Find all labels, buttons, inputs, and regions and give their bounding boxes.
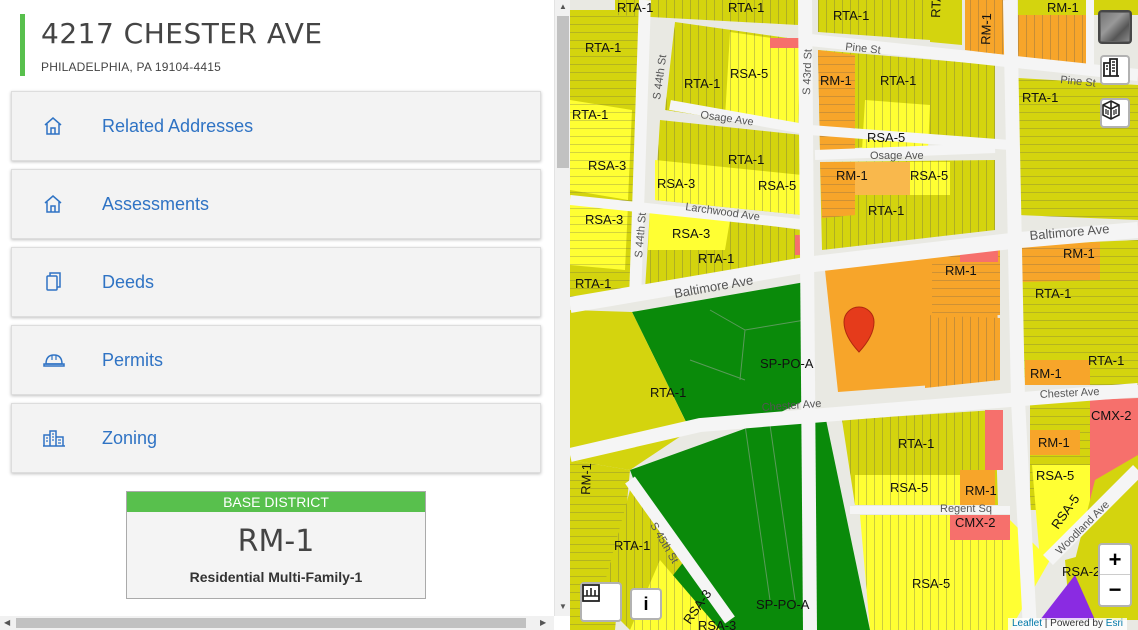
- vertical-scrollbar[interactable]: ▲ ▼: [554, 0, 570, 616]
- property-panel: 4217 CHESTER AVE PHILADELPHIA, PA 19104-…: [0, 0, 554, 630]
- zone-label: RM-1: [820, 73, 852, 88]
- app: 4217 CHESTER AVE PHILADELPHIA, PA 19104-…: [0, 0, 1138, 630]
- accordion-deeds[interactable]: Deeds: [11, 247, 541, 317]
- 3d-buildings-button[interactable]: [1100, 98, 1130, 128]
- zone-label: RTA-1: [1088, 353, 1124, 368]
- zone-label: RSA-5: [890, 480, 928, 495]
- zone-label: RSA-5: [1036, 468, 1074, 483]
- zone-label: RTA-1: [698, 251, 734, 266]
- zone-label: RSA-3: [657, 176, 695, 191]
- zone-label: RSA-3: [588, 158, 626, 173]
- property-address: 4217 CHESTER AVE: [41, 17, 323, 50]
- esri-link[interactable]: Esri: [1106, 618, 1123, 629]
- info-icon: i: [643, 593, 649, 614]
- horizontal-scroll-thumb[interactable]: [16, 618, 526, 628]
- scroll-down-arrow-icon[interactable]: ▼: [559, 602, 567, 611]
- zone-label: RTA-1: [1022, 90, 1058, 105]
- zone-label: RM-1: [1063, 246, 1095, 261]
- zone-label: RM-1: [578, 463, 594, 495]
- vertical-scroll-thumb[interactable]: [557, 16, 569, 168]
- zone-label: RTA-1: [585, 40, 621, 55]
- accordion-label: Related Addresses: [102, 115, 254, 136]
- property-header: 4217 CHESTER AVE PHILADELPHIA, PA 19104-…: [20, 14, 323, 76]
- accordion-label: Assessments: [102, 193, 210, 214]
- zoning-base-district-box: BASE DISTRICT RM-1 Residential Multi-Fam…: [126, 491, 426, 599]
- zone-label: RTA-1: [1035, 286, 1071, 301]
- scroll-up-arrow-icon[interactable]: ▲: [559, 2, 567, 11]
- zone-label: CMX-2: [1091, 408, 1131, 423]
- zone-label: RM-1: [1038, 435, 1070, 450]
- zone-label: RM-1: [1047, 0, 1079, 15]
- street-label: S 43rd St: [801, 49, 815, 95]
- scroll-right-arrow-icon[interactable]: ▶: [540, 618, 546, 627]
- zone-label: RTA-1: [898, 436, 934, 451]
- zone-label: RSA-3: [698, 618, 736, 630]
- zone-label: RTA-1: [650, 385, 686, 400]
- zone-label: RTA-1: [880, 73, 916, 88]
- zoning-description: Residential Multi-Family-1: [189, 569, 363, 585]
- zone-label: SP-PO-A: [756, 597, 810, 612]
- zoning-header: BASE DISTRICT: [127, 492, 425, 512]
- leaflet-link[interactable]: Leaflet: [1012, 618, 1042, 629]
- accordion-zoning[interactable]: Zoning: [11, 403, 541, 473]
- zone-label: RTA-1: [617, 0, 653, 15]
- zone-label: RTA-1: [928, 0, 944, 18]
- zone-label: RM-1: [836, 168, 868, 183]
- accordion-assessments[interactable]: Assessments: [11, 169, 541, 239]
- zone-label: RSA-5: [758, 178, 796, 193]
- zone-label: SP-PO-A: [760, 356, 814, 371]
- buildings-layer-button[interactable]: [1100, 55, 1130, 85]
- attribution-separator: | Powered by: [1042, 618, 1106, 629]
- buildings-icon: [42, 427, 82, 449]
- zone-label: RSA-5: [910, 168, 948, 183]
- zone-label: RM-1: [945, 263, 977, 278]
- zone-label: RTA-1: [684, 76, 720, 91]
- accordion-label: Deeds: [102, 271, 155, 292]
- zone-label: CMX-2: [955, 515, 995, 530]
- zone-label: RM-1: [1030, 366, 1062, 381]
- accordion-label: Permits: [102, 349, 164, 370]
- zone-label: RSA-3: [672, 226, 710, 241]
- scroll-left-arrow-icon[interactable]: ◀: [4, 618, 10, 627]
- zoning-map[interactable]: Pine St Pine St Osage Ave Osage Ave Larc…: [570, 0, 1138, 630]
- basemap-imagery-button[interactable]: [1098, 10, 1132, 44]
- zoom-control: + −: [1098, 543, 1132, 607]
- zone-label: RSA-3: [585, 212, 623, 227]
- zone-label: RTA-1: [728, 152, 764, 167]
- info-button[interactable]: i: [630, 588, 662, 620]
- zone-label: RTA-1: [868, 203, 904, 218]
- zoom-out-button[interactable]: −: [1100, 575, 1130, 605]
- street-label: Osage Ave: [870, 150, 924, 162]
- map-canvas: Pine St Pine St Osage Ave Osage Ave Larc…: [570, 0, 1138, 630]
- zone-label: RSA-2: [1062, 564, 1100, 579]
- zone-label: RTA-1: [572, 107, 608, 122]
- zone-label: RTA-1: [614, 538, 650, 553]
- zone-label: RTA-1: [833, 8, 869, 23]
- documents-icon: [42, 271, 82, 293]
- zone-label: RTA-1: [575, 276, 611, 291]
- street-label: Regent Sq: [940, 503, 992, 515]
- accordion-permits[interactable]: Permits: [11, 325, 541, 395]
- map-attribution: Leaflet | Powered by Esri: [1008, 618, 1128, 630]
- accordion-label: Zoning: [102, 427, 158, 448]
- horizontal-scrollbar[interactable]: ◀ ▶: [0, 616, 554, 630]
- zone-label: RM-1: [978, 13, 994, 45]
- measure-tool-button[interactable]: [580, 582, 622, 622]
- zoom-in-button[interactable]: +: [1100, 545, 1130, 575]
- satellite-thumbnail-icon: [1101, 13, 1129, 41]
- home-icon: [42, 115, 82, 137]
- property-city-line: PHILADELPHIA, PA 19104-4415: [41, 60, 221, 74]
- home-icon: [42, 193, 82, 215]
- zone-label: RSA-5: [730, 66, 768, 81]
- zoning-code: RM-1: [237, 524, 315, 559]
- zone-label: RSA-5: [867, 130, 905, 145]
- zone-label: RTA-1: [728, 0, 764, 15]
- accordion-related-addresses[interactable]: Related Addresses: [11, 91, 541, 161]
- zone-label: RM-1: [965, 483, 997, 498]
- zone-label: RSA-5: [912, 576, 950, 591]
- hard-hat-icon: [42, 349, 82, 371]
